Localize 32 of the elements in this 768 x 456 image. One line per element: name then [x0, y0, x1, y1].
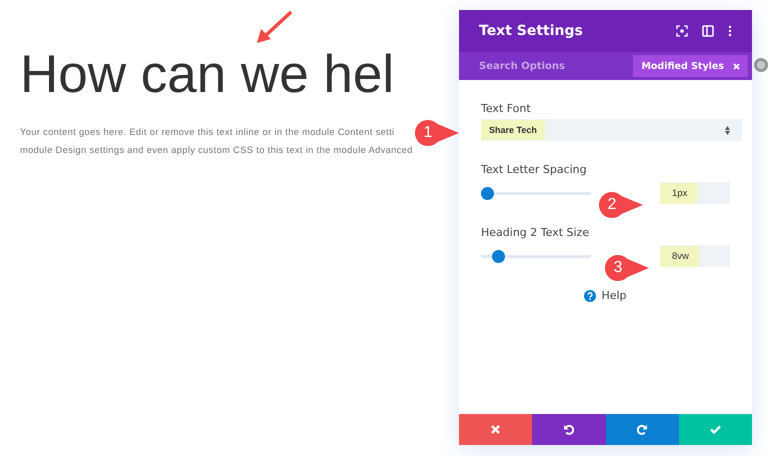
- numbered-callout: 1: [413, 118, 461, 148]
- field-value: 8vw: [660, 246, 699, 266]
- check-icon: [710, 425, 721, 434]
- close-icon[interactable]: [733, 62, 740, 70]
- arrow-icon: [254, 10, 294, 46]
- focus-icon[interactable]: [676, 25, 688, 37]
- undo-button[interactable]: [532, 414, 606, 445]
- help-icon: [584, 290, 596, 302]
- field-value: 1px: [660, 182, 698, 204]
- field-label: Text Letter Spacing: [481, 163, 588, 176]
- search-field[interactable]: Search Options: [479, 60, 619, 72]
- panel-title: Text Settings: [479, 23, 583, 39]
- redo-icon: [636, 424, 648, 435]
- undo-icon: [563, 424, 574, 435]
- paragraph-line: module Design settings and even apply custom CSS to this text in the module Advanced: [20, 144, 413, 157]
- more-icon[interactable]: [728, 25, 732, 37]
- value-field[interactable]: 1px: [660, 182, 730, 204]
- help-link[interactable]: Help: [481, 289, 730, 302]
- split-view-icon[interactable]: [702, 25, 714, 37]
- field-label: Text Font: [481, 102, 532, 115]
- paragraph-line: Your content goes here. Edit or remove this text inline or in the module Content setti: [20, 126, 396, 139]
- filter-chip[interactable]: Modified Styles: [633, 55, 748, 77]
- field-label: Heading 2 Text Size: [481, 226, 590, 239]
- heading: How can we hel: [20, 44, 394, 106]
- close-icon: [491, 425, 500, 434]
- slider-thumb[interactable]: [492, 250, 505, 262]
- slider-thumb[interactable]: [481, 186, 494, 200]
- font-select[interactable]: Share Tech: [481, 119, 742, 141]
- select-value: Share Tech: [481, 120, 545, 140]
- updown-icon: [725, 126, 730, 134]
- value-field[interactable]: 8vw: [660, 245, 730, 267]
- redo-button[interactable]: [606, 414, 679, 445]
